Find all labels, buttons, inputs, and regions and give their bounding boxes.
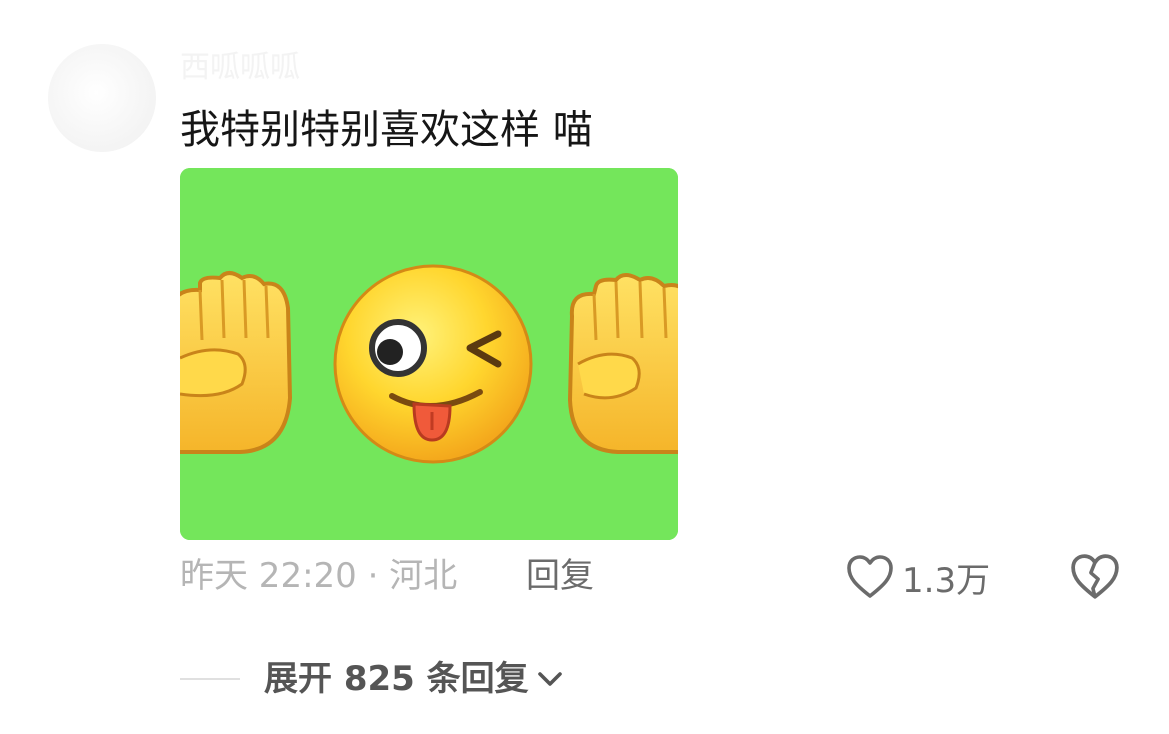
chevron-down-icon [537,672,562,686]
comment-text: 我特别特别喜欢这样 喵 [180,107,593,153]
expand-replies-button[interactable]: 展开 825 条回复 [264,656,565,702]
dislike-button[interactable] [1070,552,1120,602]
sticker-graphic [180,168,678,540]
sticker-image[interactable] [180,168,678,540]
broken-heart-icon [1071,554,1119,599]
avatar[interactable] [48,44,156,152]
winking-face-tongue-icon [333,264,533,464]
comment-meta: 昨天 22:20 · 河北 [180,556,458,596]
reply-thread-divider [180,678,240,680]
raised-fist-icon-left [180,271,293,454]
reply-button[interactable]: 回复 [526,554,594,598]
username[interactable]: 西呱呱呱 [180,48,300,88]
like-button[interactable]: 1.3万 [846,552,990,602]
like-count: 1.3万 [902,560,991,601]
heart-outline-icon [847,555,893,598]
expand-replies-label: 展开 825 条回复 [264,659,529,699]
raised-fist-icon-right [567,273,678,454]
